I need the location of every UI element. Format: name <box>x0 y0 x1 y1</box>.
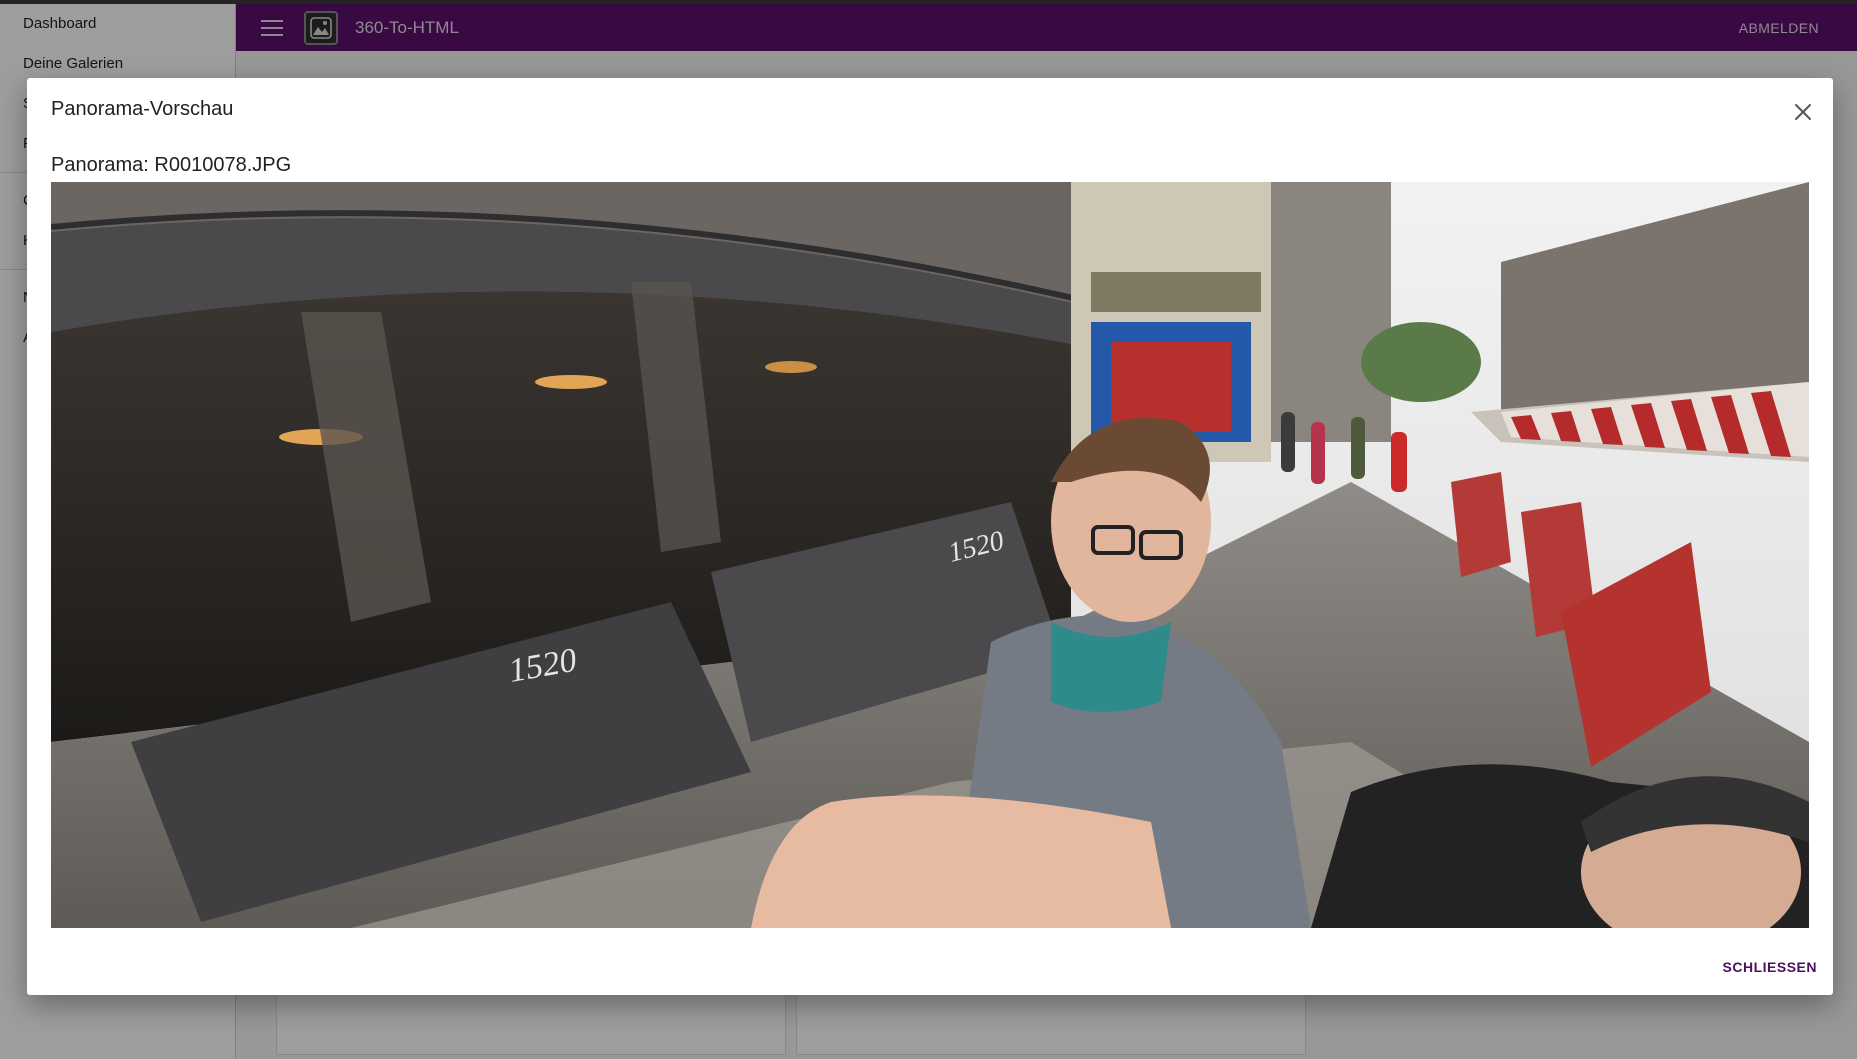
dialog-actions: SCHLIESSEN <box>1723 959 1817 977</box>
panorama-label: Panorama: R0010078.JPG <box>51 154 292 176</box>
panorama-viewer[interactable]: 1520 1520 <box>51 182 1809 928</box>
panorama-image: 1520 1520 <box>51 182 1809 928</box>
panorama-preview-dialog: Panorama-Vorschau Panorama: R0010078.JPG <box>27 78 1833 995</box>
dialog-title: Panorama-Vorschau <box>51 98 234 120</box>
close-icon[interactable] <box>1791 100 1815 124</box>
close-button[interactable]: SCHLIESSEN <box>1723 959 1817 975</box>
